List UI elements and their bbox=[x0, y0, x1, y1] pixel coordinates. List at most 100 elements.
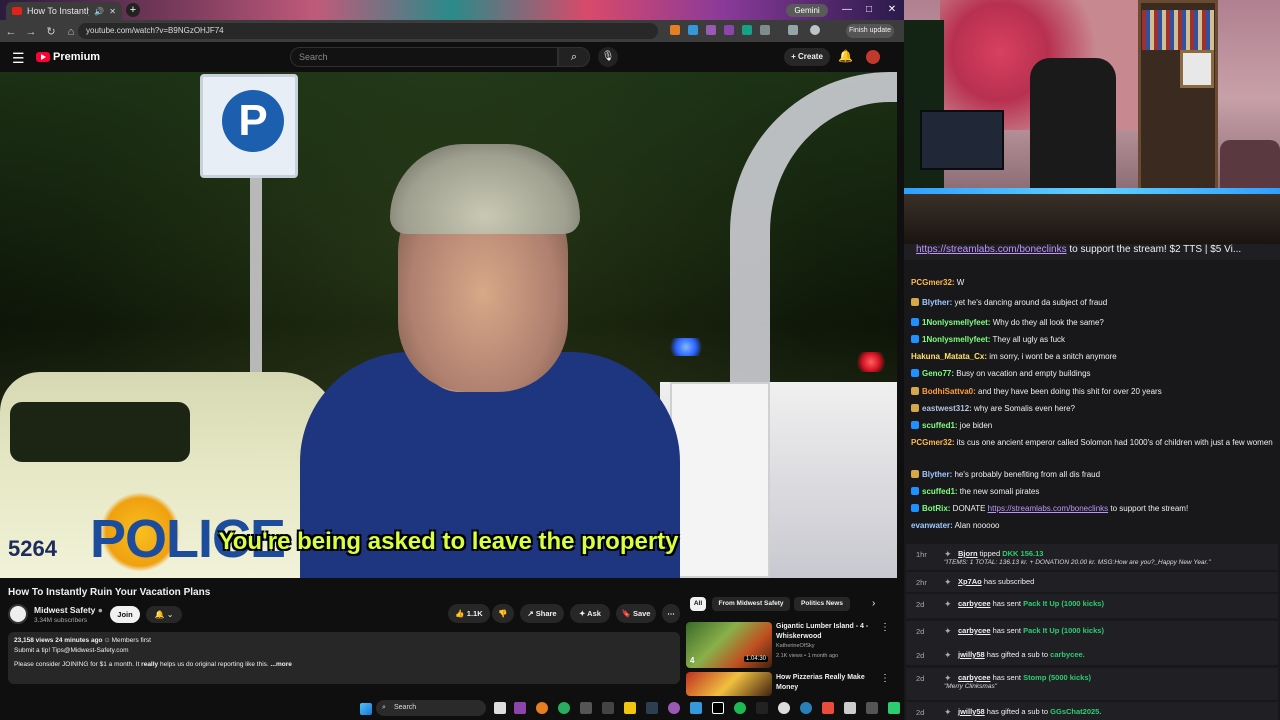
back-icon[interactable]: ← bbox=[2, 26, 20, 38]
event-username[interactable]: jwilly58 bbox=[958, 650, 985, 659]
extension-icon[interactable] bbox=[670, 25, 680, 35]
event-username[interactable]: Bjorn bbox=[958, 549, 978, 558]
spotify-icon[interactable] bbox=[734, 702, 746, 714]
avatar[interactable] bbox=[866, 50, 880, 64]
chevron-right-icon[interactable]: › bbox=[872, 598, 875, 609]
subscribe-bell-button[interactable]: 🔔 ⌄ bbox=[146, 606, 182, 623]
rec-channel[interactable]: KatherineOfSky bbox=[776, 643, 815, 649]
app-icon[interactable] bbox=[558, 702, 570, 714]
finish-update-button[interactable]: Finish update bbox=[846, 24, 894, 38]
app-icon[interactable] bbox=[668, 702, 680, 714]
ask-button[interactable]: ✦ Ask bbox=[570, 604, 610, 623]
app-icon[interactable] bbox=[822, 702, 834, 714]
extension-icon[interactable] bbox=[688, 25, 698, 35]
event-username[interactable]: carbycee bbox=[958, 673, 991, 682]
chip-from-channel[interactable]: From Midwest Safety bbox=[712, 597, 790, 611]
share-button[interactable]: ↗ Share bbox=[520, 604, 564, 623]
search-icon[interactable]: ⌕ bbox=[558, 47, 590, 67]
notifications-bell-icon[interactable]: 🔔 bbox=[838, 49, 853, 63]
chat-username[interactable]: Blyther: bbox=[922, 298, 952, 307]
extension-icon[interactable] bbox=[742, 25, 752, 35]
chat-username[interactable]: PCGmer32: bbox=[911, 438, 955, 447]
vscode-icon[interactable] bbox=[690, 702, 702, 714]
app-icon[interactable] bbox=[778, 702, 790, 714]
chat-link[interactable]: https://streamlabs.com/boneclinks bbox=[988, 504, 1109, 513]
app-icon[interactable] bbox=[866, 702, 878, 714]
rec-thumbnail[interactable] bbox=[686, 672, 772, 696]
search-input[interactable]: Search bbox=[290, 47, 558, 67]
chat-username[interactable]: evanwater: bbox=[911, 521, 953, 530]
event-username[interactable]: carbycee bbox=[958, 599, 991, 608]
steam-icon[interactable] bbox=[646, 702, 658, 714]
minimize-button[interactable]: — bbox=[836, 2, 858, 18]
profile-icon[interactable] bbox=[810, 25, 820, 35]
pinned-link[interactable]: https://streamlabs.com/boneclinks bbox=[916, 244, 1067, 255]
chat-username[interactable]: Blyther: bbox=[922, 470, 952, 479]
extension-icon[interactable] bbox=[706, 25, 716, 35]
event-username[interactable]: carbycee bbox=[958, 626, 991, 635]
app-icon[interactable] bbox=[844, 702, 856, 714]
chrome-icon[interactable] bbox=[536, 702, 548, 714]
channel-name[interactable]: Midwest Safety ● bbox=[34, 605, 103, 615]
webcam-desk bbox=[904, 194, 1280, 244]
youtube-logo[interactable]: Premium bbox=[36, 51, 100, 63]
forward-icon[interactable]: → bbox=[22, 26, 40, 38]
chat-username[interactable]: Hakuna_Matata_Cx: bbox=[911, 352, 987, 361]
taskbar-search[interactable]: ⌕ Search bbox=[376, 700, 486, 716]
microphone-icon[interactable]: 🎙 bbox=[598, 47, 618, 67]
chip-all[interactable]: All bbox=[690, 597, 706, 611]
menu-icon[interactable]: ☰ bbox=[12, 50, 25, 67]
browser-tab[interactable]: How To Instantly Ruin Your 🔊 ✕ bbox=[6, 2, 122, 20]
create-button[interactable]: + Create bbox=[784, 48, 830, 66]
task-view-icon[interactable] bbox=[494, 702, 506, 714]
chip-politics[interactable]: Politics News bbox=[794, 597, 850, 611]
app-icon[interactable] bbox=[800, 702, 812, 714]
speaker-icon[interactable]: 🔊 bbox=[94, 7, 104, 16]
event-type-icon: ✦ bbox=[944, 707, 952, 717]
chat-username[interactable]: scuffed1: bbox=[922, 487, 958, 496]
rec-options-icon[interactable]: ⋮ bbox=[880, 673, 890, 684]
rec-options-icon[interactable]: ⋮ bbox=[880, 622, 890, 633]
dislike-button[interactable]: 👎 bbox=[492, 604, 514, 623]
file-explorer-icon[interactable] bbox=[624, 702, 636, 714]
save-button[interactable]: 🔖 Save bbox=[616, 604, 656, 623]
windows-start-icon[interactable] bbox=[360, 703, 372, 715]
chat-username[interactable]: eastwest312: bbox=[922, 404, 972, 413]
channel-avatar[interactable] bbox=[8, 604, 28, 624]
chat-username[interactable]: scuffed1: bbox=[922, 421, 958, 430]
chat-username[interactable]: BodhiSattva0: bbox=[922, 387, 976, 396]
chat-username[interactable]: 1Nonlysmellyfeet: bbox=[922, 318, 990, 327]
close-window-button[interactable]: ✕ bbox=[881, 2, 903, 18]
app-icon[interactable] bbox=[888, 702, 900, 714]
reload-icon[interactable]: ↻ bbox=[42, 25, 60, 38]
app-icon[interactable] bbox=[756, 702, 768, 714]
sidebar-icon[interactable] bbox=[788, 25, 798, 35]
extension-icon[interactable] bbox=[724, 25, 734, 35]
join-button[interactable]: Join bbox=[110, 606, 140, 623]
chat-badge-icon bbox=[911, 487, 919, 495]
gemini-button[interactable]: Gemini bbox=[786, 4, 828, 17]
description-box[interactable]: 23,158 views 24 minutes ago ⊙ Members fi… bbox=[8, 632, 680, 684]
extensions-puzzle-icon[interactable] bbox=[760, 25, 770, 35]
chat-username[interactable]: PCGmer32: bbox=[911, 278, 955, 287]
video-player[interactable]: P POLICE 5264 You're being asked to leav… bbox=[0, 72, 897, 578]
chat-username[interactable]: 1Nonlysmellyfeet: bbox=[922, 335, 990, 344]
obs-icon[interactable] bbox=[712, 702, 724, 714]
rec-title[interactable]: Gigantic Lumber Island - 4 - Whiskerwood bbox=[776, 622, 876, 642]
like-button[interactable]: 👍 1.1K bbox=[448, 604, 490, 623]
event-username[interactable]: jwilly58 bbox=[958, 707, 985, 716]
more-link[interactable]: ...more bbox=[271, 661, 292, 668]
app-icon[interactable] bbox=[580, 702, 592, 714]
url-field[interactable]: youtube.com/watch?v=B9NGzOHJF74 bbox=[78, 23, 658, 39]
chat-username[interactable]: BotRix: bbox=[922, 504, 950, 513]
new-tab-button[interactable]: + bbox=[126, 3, 140, 17]
tab-close-icon[interactable]: ✕ bbox=[109, 7, 116, 16]
copilot-icon[interactable] bbox=[514, 702, 526, 714]
rec-title[interactable]: How Pizzerias Really Make Money bbox=[776, 673, 876, 693]
save-label: Save bbox=[632, 609, 651, 618]
maximize-button[interactable]: □ bbox=[858, 2, 880, 18]
app-icon[interactable] bbox=[602, 702, 614, 714]
chat-username[interactable]: Geno77: bbox=[922, 369, 954, 378]
more-options-icon[interactable]: ⋯ bbox=[662, 604, 680, 623]
event-username[interactable]: Xp7Ao bbox=[958, 577, 982, 586]
